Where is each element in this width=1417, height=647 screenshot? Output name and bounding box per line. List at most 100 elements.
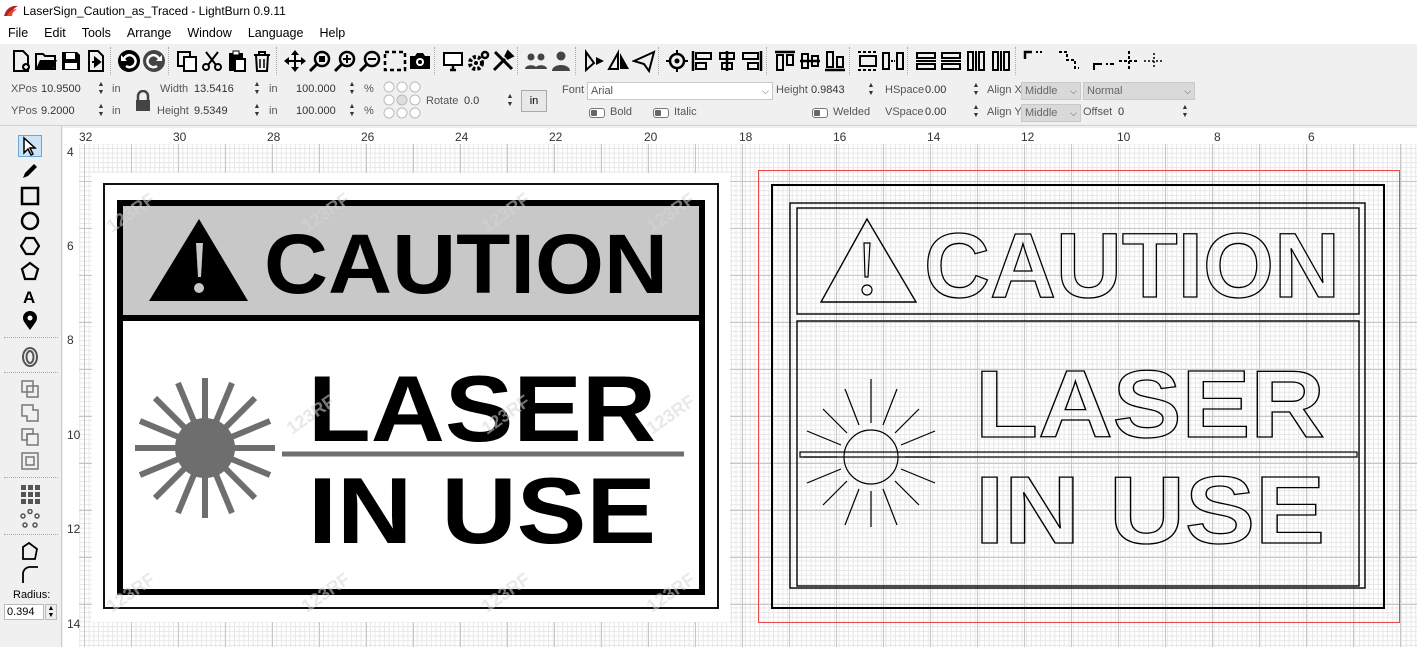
circular-array-icon[interactable] — [18, 508, 42, 530]
rectangle-tool-icon[interactable] — [18, 185, 42, 207]
traced-sign-vectors[interactable]: CAUTION LASER IN USE — [758, 170, 1400, 623]
vspace-spinner[interactable]: ▲ ▼ — [971, 104, 981, 120]
align-center-icon[interactable] — [664, 47, 689, 75]
ypos-value[interactable]: 9.2000 — [41, 105, 75, 117]
node-edit-icon[interactable] — [18, 540, 42, 562]
rotate-spinner[interactable]: ▲ ▼ — [505, 93, 515, 109]
move-together-h-icon[interactable] — [913, 47, 938, 75]
menu-edit[interactable]: Edit — [36, 26, 74, 40]
corner-br-icon[interactable] — [1141, 47, 1166, 75]
scale-x-spinner[interactable]: ▲ ▼ — [347, 81, 357, 97]
move-together-h-icon[interactable] — [938, 47, 963, 75]
distribute-h-icon[interactable] — [855, 47, 880, 75]
monitor-icon[interactable] — [440, 47, 465, 75]
camera-icon[interactable] — [407, 47, 432, 75]
mirror-v-icon[interactable] — [606, 47, 631, 75]
corner-radius-icon[interactable] — [18, 564, 42, 586]
hspace-value[interactable]: 0.00 — [925, 84, 946, 96]
italic-toggle[interactable] — [653, 108, 669, 118]
text-height-spinner[interactable]: ▲ ▼ — [866, 82, 876, 98]
welded-toggle[interactable] — [812, 108, 828, 118]
ellipse-tool-icon[interactable] — [18, 210, 42, 232]
imported-sign-image[interactable]: CAUTION LASER IN USE 123RF 123RF 123RF 1… — [92, 173, 730, 622]
scale-y-spinner[interactable]: ▲ ▼ — [347, 103, 357, 119]
move-together-v-icon[interactable] — [963, 47, 988, 75]
corner-tl-icon[interactable] — [1091, 47, 1116, 75]
bold-toggle[interactable] — [589, 108, 605, 118]
import-icon[interactable] — [83, 47, 108, 75]
radius-spinner[interactable]: ▲ ▼ — [45, 604, 57, 620]
paste-icon[interactable] — [224, 47, 249, 75]
xpos-value[interactable]: 10.9500 — [41, 83, 81, 95]
height-spinner[interactable]: ▲ ▼ — [252, 103, 262, 119]
anchor-grid-icon[interactable] — [382, 80, 422, 120]
vspace-value[interactable]: 0.00 — [925, 106, 946, 118]
align-left-icon[interactable] — [689, 47, 714, 75]
menu-window[interactable]: Window — [179, 26, 239, 40]
dock-left-icon[interactable] — [1021, 47, 1046, 75]
text-mode-select[interactable]: Normal ⌵ — [1083, 82, 1195, 100]
text-tool-icon[interactable]: A — [18, 285, 42, 307]
grid-array-icon[interactable] — [18, 483, 42, 505]
xpos-spinner[interactable]: ▲ ▼ — [96, 81, 106, 97]
pentagon-tool-icon[interactable] — [18, 260, 42, 282]
scale-x-value[interactable]: 100.000 — [296, 83, 336, 95]
subtract-tool-icon[interactable] — [18, 426, 42, 448]
menu-tools[interactable]: Tools — [74, 26, 119, 40]
zoom-fit-icon[interactable] — [307, 47, 332, 75]
offset-value[interactable]: 0 — [1118, 106, 1124, 118]
offset-tool-icon[interactable] — [18, 346, 42, 368]
font-select[interactable]: Arial ⌵ — [587, 82, 773, 100]
align-hcenter-icon[interactable] — [714, 47, 739, 75]
width-value[interactable]: 13.5416 — [194, 83, 234, 95]
text-height-value[interactable]: 0.9843 — [811, 84, 845, 96]
radius-input[interactable]: 0.394 — [4, 604, 44, 620]
menu-help[interactable]: Help — [311, 26, 353, 40]
polygon-tool-icon[interactable] — [18, 235, 42, 257]
offset-spinner[interactable]: ▲ ▼ — [1180, 104, 1190, 120]
align-bottom-icon[interactable] — [822, 47, 847, 75]
menu-file[interactable]: File — [0, 26, 36, 40]
open-folder-icon[interactable] — [33, 47, 58, 75]
menu-language[interactable]: Language — [240, 26, 312, 40]
rotate-value[interactable]: 0.0 — [464, 95, 479, 107]
mirror-h-icon[interactable] — [581, 47, 606, 75]
intersect-tool-icon[interactable] — [18, 450, 42, 472]
redo-icon[interactable] — [141, 47, 166, 75]
union-tool-icon[interactable] — [18, 402, 42, 424]
align-top-icon[interactable] — [772, 47, 797, 75]
tools-icon[interactable] — [490, 47, 515, 75]
menu-arrange[interactable]: Arrange — [119, 26, 179, 40]
new-file-icon[interactable] — [8, 47, 33, 75]
pen-tool-icon[interactable] — [18, 160, 42, 182]
group-icon[interactable] — [523, 47, 548, 75]
move-together-v-icon[interactable] — [988, 47, 1013, 75]
center-cross-icon[interactable] — [1116, 47, 1141, 75]
aligny-select[interactable]: Middle ⌵ — [1021, 104, 1081, 122]
send-icon[interactable] — [631, 47, 656, 75]
distribute-hspace-icon[interactable] — [880, 47, 905, 75]
height-value[interactable]: 9.5349 — [194, 105, 228, 117]
undo-icon[interactable] — [116, 47, 141, 75]
alignx-select[interactable]: Middle ⌵ — [1021, 82, 1081, 100]
delete-icon[interactable] — [249, 47, 274, 75]
frame-selection-icon[interactable] — [382, 47, 407, 75]
ungroup-icon[interactable] — [548, 47, 573, 75]
width-spinner[interactable]: ▲ ▼ — [252, 81, 262, 97]
align-vcenter-icon[interactable] — [797, 47, 822, 75]
scale-y-value[interactable]: 100.000 — [296, 105, 336, 117]
align-right-icon[interactable] — [739, 47, 764, 75]
select-tool-icon[interactable] — [18, 135, 42, 157]
cut-icon[interactable] — [199, 47, 224, 75]
lock-icon[interactable] — [134, 90, 152, 112]
copy-icon[interactable] — [174, 47, 199, 75]
units-toggle-button[interactable]: in — [521, 90, 547, 112]
weld-tool-icon[interactable] — [18, 378, 42, 400]
position-marker-icon[interactable] — [18, 310, 42, 332]
move-icon[interactable] — [282, 47, 307, 75]
ypos-spinner[interactable]: ▲ ▼ — [96, 103, 106, 119]
settings-icon[interactable] — [465, 47, 490, 75]
zoom-out-icon[interactable] — [357, 47, 382, 75]
zoom-in-icon[interactable] — [332, 47, 357, 75]
dock-right-icon[interactable] — [1056, 47, 1081, 75]
